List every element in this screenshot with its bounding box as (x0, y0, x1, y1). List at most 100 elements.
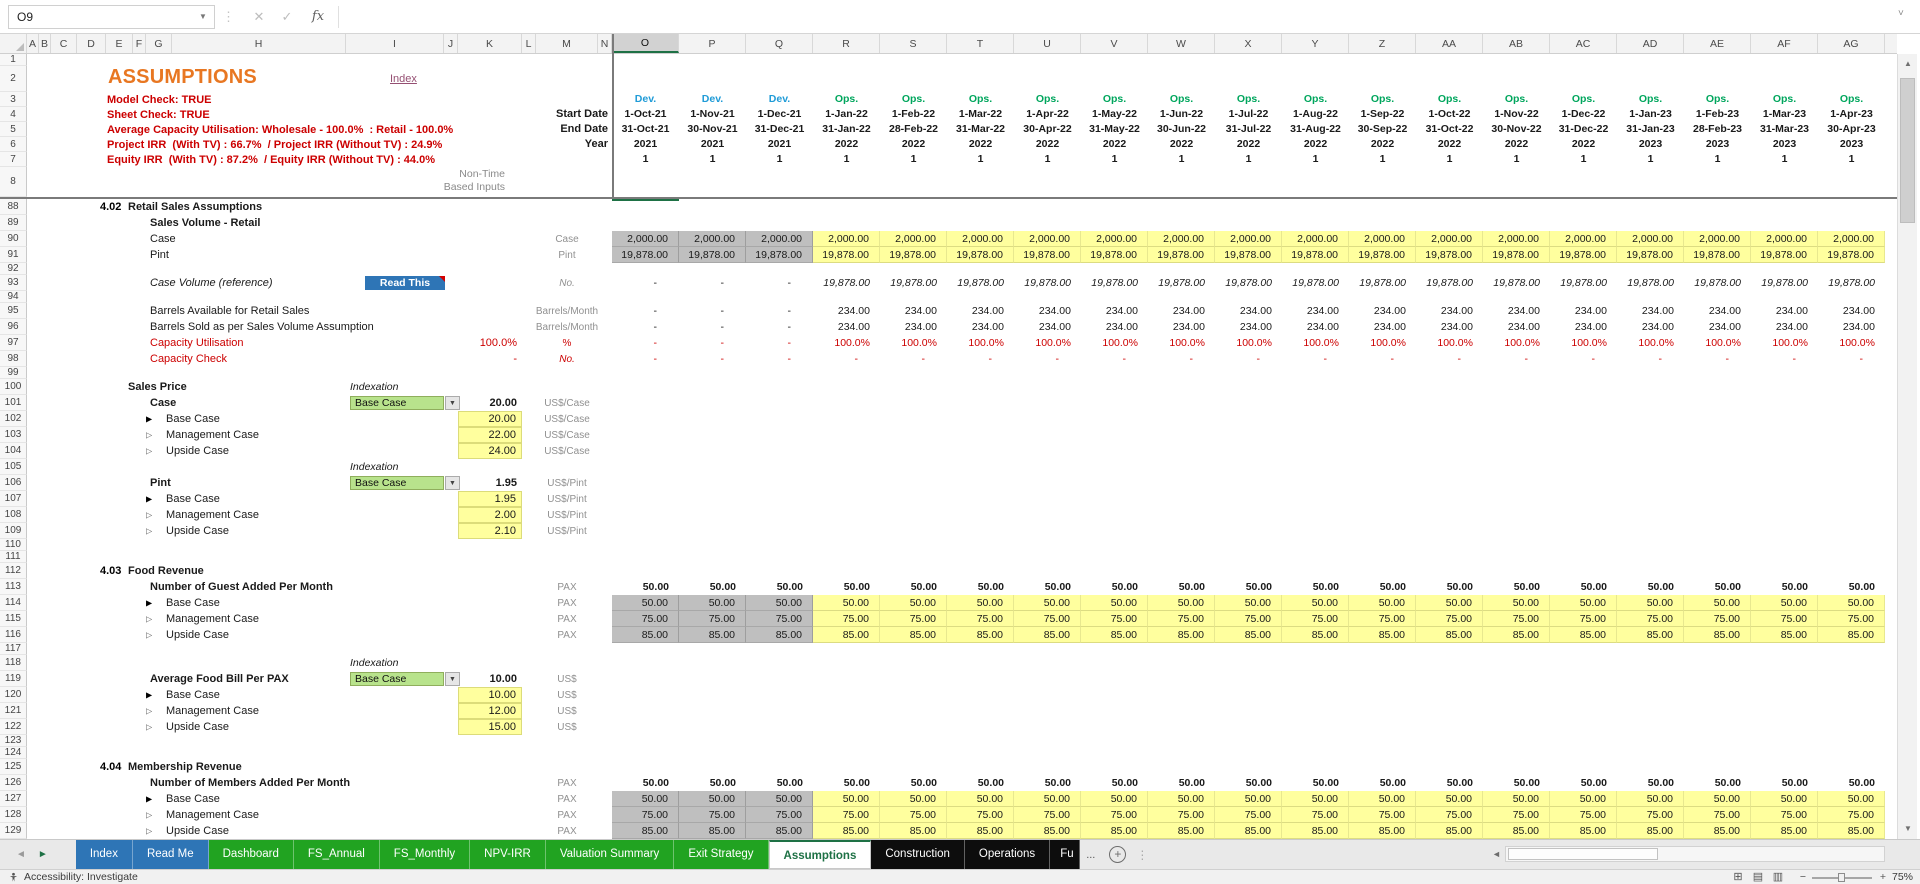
cell-X129[interactable]: 85.00 (1215, 823, 1282, 839)
cell-S3[interactable]: Ops. (880, 92, 947, 107)
cell-Y7[interactable]: 1 (1282, 152, 1349, 167)
cell-U127[interactable]: 50.00 (1014, 791, 1081, 807)
cell-Z116[interactable]: 85.00 (1349, 627, 1416, 643)
cell-X126[interactable]: 50.00 (1215, 775, 1282, 791)
cell-K106[interactable]: 1.95 (458, 475, 522, 491)
cell-Z114[interactable]: 50.00 (1349, 595, 1416, 611)
cell-V128[interactable]: 75.00 (1081, 807, 1148, 823)
cell-AF6[interactable]: 2023 (1751, 137, 1818, 152)
cell-K103[interactable]: 22.00 (458, 427, 522, 443)
row-header-92[interactable]: 92 (0, 263, 27, 275)
cell-AB3[interactable]: Ops. (1483, 92, 1550, 107)
cell-W90[interactable]: 2,000.00 (1148, 231, 1215, 247)
cell-U3[interactable]: Ops. (1014, 92, 1081, 107)
cell-AF98[interactable]: - (1751, 351, 1818, 367)
cell-K108[interactable]: 2.00 (458, 507, 522, 523)
normal-view-icon[interactable]: ⊞ (1728, 870, 1748, 884)
row-header-115[interactable]: 115 (0, 611, 27, 627)
cell-T7[interactable]: 1 (947, 152, 1014, 167)
expand-formula-bar-icon[interactable]: ˅ (1898, 8, 1904, 19)
cell-AD90[interactable]: 2,000.00 (1617, 231, 1684, 247)
cell-AG115[interactable]: 75.00 (1818, 611, 1885, 627)
cell-H88[interactable]: Retail Sales Assumptions (128, 201, 262, 213)
formula-input[interactable] (340, 5, 1892, 29)
row-header-95[interactable]: 95 (0, 303, 27, 319)
cell-AC6[interactable]: 2022 (1550, 137, 1617, 152)
cell-H125[interactable]: Membership Revenue (128, 761, 242, 773)
cell-AF113[interactable]: 50.00 (1751, 579, 1818, 595)
cell-K104[interactable]: 24.00 (458, 443, 522, 459)
cell-H126[interactable]: Number of Members Added Per Month (150, 777, 350, 789)
cell-AB115[interactable]: 75.00 (1483, 611, 1550, 627)
cell-G112[interactable]: 4.03 (100, 565, 121, 577)
row-header-104[interactable]: 104 (0, 443, 27, 459)
cell-AF93[interactable]: 19,878.00 (1751, 275, 1818, 291)
cell-Y90[interactable]: 2,000.00 (1282, 231, 1349, 247)
cell-X116[interactable]: 85.00 (1215, 627, 1282, 643)
cell-Z127[interactable]: 50.00 (1349, 791, 1416, 807)
row-header-6[interactable]: 6 (0, 137, 27, 152)
cell-R98[interactable]: - (813, 351, 880, 367)
cell-H116[interactable]: Upside Case (166, 629, 229, 641)
col-header-P[interactable]: P (679, 34, 746, 53)
cell-R90[interactable]: 2,000.00 (813, 231, 880, 247)
cell-W126[interactable]: 50.00 (1148, 775, 1215, 791)
cell-AD95[interactable]: 234.00 (1617, 303, 1684, 319)
col-header-U[interactable]: U (1014, 34, 1081, 53)
cell-AD126[interactable]: 50.00 (1617, 775, 1684, 791)
horizontal-scrollbar-thumb[interactable] (1507, 847, 1658, 860)
cell-T93[interactable]: 19,878.00 (947, 275, 1014, 291)
cell-W129[interactable]: 85.00 (1148, 823, 1215, 839)
cell-AG127[interactable]: 50.00 (1818, 791, 1885, 807)
row-header-105[interactable]: 105 (0, 459, 27, 475)
cell-T113[interactable]: 50.00 (947, 579, 1014, 595)
cell-AA4[interactable]: 1-Oct-22 (1416, 107, 1483, 122)
cell-W114[interactable]: 50.00 (1148, 595, 1215, 611)
row-header-109[interactable]: 109 (0, 523, 27, 539)
row-header-106[interactable]: 106 (0, 475, 27, 491)
cell-V127[interactable]: 50.00 (1081, 791, 1148, 807)
cell-AE115[interactable]: 75.00 (1684, 611, 1751, 627)
cell-AD97[interactable]: 100.0% (1617, 335, 1684, 351)
cell-Q95[interactable]: - (746, 303, 813, 319)
cell-AA98[interactable]: - (1416, 351, 1483, 367)
vertical-scrollbar[interactable]: ▲ ▼ (1897, 54, 1917, 839)
cell-AA116[interactable]: 85.00 (1416, 627, 1483, 643)
sheet-tab-valuation-summary[interactable]: Valuation Summary (545, 840, 675, 869)
cell-V96[interactable]: 234.00 (1081, 319, 1148, 335)
cell-K97[interactable]: 100.0% (458, 335, 522, 351)
cell-H100[interactable]: Sales Price (128, 381, 187, 393)
cell-P96[interactable]: - (679, 319, 746, 335)
cell-AG114[interactable]: 50.00 (1818, 595, 1885, 611)
cell-AB5[interactable]: 30-Nov-22 (1483, 122, 1550, 137)
cell-H106[interactable]: Pint (150, 477, 171, 489)
cell-AD93[interactable]: 19,878.00 (1617, 275, 1684, 291)
cell-M93[interactable]: No. (536, 275, 598, 291)
cell-AF114[interactable]: 50.00 (1751, 595, 1818, 611)
cell-O128[interactable]: 75.00 (612, 807, 679, 823)
cell-P95[interactable]: - (679, 303, 746, 319)
cell-AG95[interactable]: 234.00 (1818, 303, 1885, 319)
cell-U113[interactable]: 50.00 (1014, 579, 1081, 595)
cell-Y115[interactable]: 75.00 (1282, 611, 1349, 627)
cell-R3[interactable]: Ops. (813, 92, 880, 107)
cell-Q127[interactable]: 50.00 (746, 791, 813, 807)
cell-P97[interactable]: - (679, 335, 746, 351)
col-header-AE[interactable]: AE (1684, 34, 1751, 53)
cell-AD113[interactable]: 50.00 (1617, 579, 1684, 595)
cell-AG4[interactable]: 1-Apr-23 (1818, 107, 1885, 122)
cell-H113[interactable]: Number of Guest Added Per Month (150, 581, 333, 593)
row-header-5[interactable]: 5 (0, 122, 27, 137)
row-header-99[interactable]: 99 (0, 367, 27, 379)
cell-AG116[interactable]: 85.00 (1818, 627, 1885, 643)
cell-AC96[interactable]: 234.00 (1550, 319, 1617, 335)
cell-Z129[interactable]: 85.00 (1349, 823, 1416, 839)
cell-AB95[interactable]: 234.00 (1483, 303, 1550, 319)
cell-U91[interactable]: 19,878.00 (1014, 247, 1081, 263)
tab-nav-right-icon[interactable]: ► (38, 849, 48, 860)
cell-X98[interactable]: - (1215, 351, 1282, 367)
row-header-103[interactable]: 103 (0, 427, 27, 443)
cell-U93[interactable]: 19,878.00 (1014, 275, 1081, 291)
cell-AB128[interactable]: 75.00 (1483, 807, 1550, 823)
cell-W127[interactable]: 50.00 (1148, 791, 1215, 807)
